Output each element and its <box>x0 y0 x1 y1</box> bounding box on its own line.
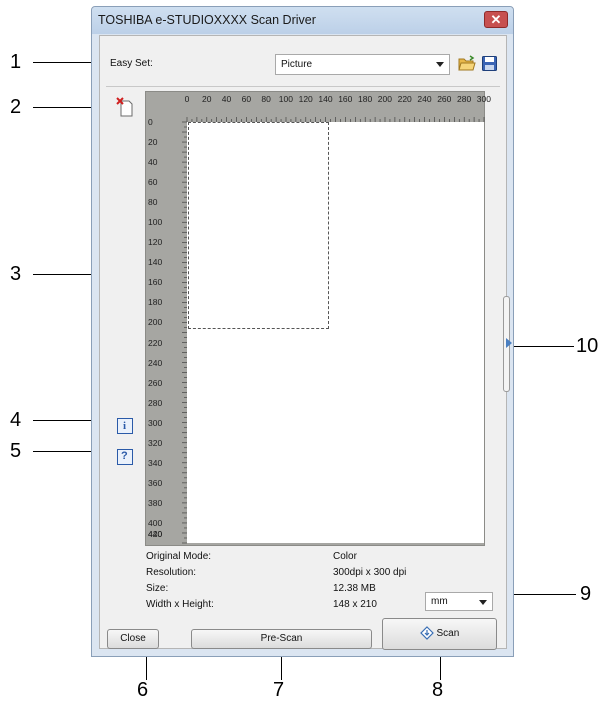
main-panel: Easy Set: Picture 0 20 40 60 80 100 120 … <box>99 35 507 649</box>
ruler-top-label: 40 <box>221 94 232 104</box>
width-height-label: Width x Height: <box>146 599 214 610</box>
ruler-left-label: 80 <box>148 197 158 208</box>
ruler-top-label: 20 <box>202 94 212 104</box>
original-mode-value: Color <box>333 551 357 562</box>
unit-dropdown[interactable]: mm <box>425 592 493 611</box>
ruler-left-label: 220 <box>148 337 163 348</box>
callout-10: 10 <box>576 335 599 357</box>
ruler-top-label: 300 <box>476 94 491 104</box>
ruler-top-label: 0 <box>184 94 190 104</box>
folder-open-icon[interactable] <box>458 55 476 72</box>
ruler-left-label: 360 <box>148 477 163 488</box>
ruler-top-label: 80 <box>261 94 271 104</box>
window-close-button[interactable]: ✕ <box>484 11 508 28</box>
callout-5: 5 <box>10 440 22 462</box>
clear-selection-icon[interactable] <box>116 97 134 117</box>
separator <box>106 86 500 87</box>
chevron-down-icon <box>436 62 444 67</box>
ruler-ticks <box>182 117 485 544</box>
ruler-left-label: 40 <box>148 157 158 168</box>
ruler-left-label: 320 <box>148 437 163 448</box>
ruler-left-label: 120 <box>148 237 163 248</box>
unit-value: mm <box>431 596 448 607</box>
ruler-left-label: 160 <box>148 277 163 288</box>
callout-8: 8 <box>432 679 444 701</box>
info-icon[interactable]: i <box>117 418 133 434</box>
callout-9: 9 <box>580 583 592 605</box>
callout-2: 2 <box>10 96 22 118</box>
ruler-left-label: 340 <box>148 457 163 468</box>
ruler-top-label: 220 <box>397 94 412 104</box>
ruler-left-label: 180 <box>148 297 163 308</box>
easy-set-dropdown[interactable]: Picture <box>275 54 450 75</box>
ruler-top-label: 260 <box>437 94 452 104</box>
ruler-top-label: 200 <box>377 94 392 104</box>
width-height-value: 148 x 210 <box>333 599 377 610</box>
expand-arrow-icon[interactable] <box>506 338 512 348</box>
ruler-left-label: 400 <box>148 517 163 528</box>
prescan-button[interactable]: Pre-Scan <box>191 629 372 649</box>
callout-7: 7 <box>273 679 285 701</box>
ruler-left-label: 280 <box>148 397 163 408</box>
easy-set-value: Picture <box>281 59 313 70</box>
ruler-left-label: 140 <box>148 257 163 268</box>
window-title: TOSHIBA e-STUDIOXXXX Scan Driver <box>98 13 316 27</box>
ruler-top-label: 120 <box>298 94 313 104</box>
ruler-left-label: 0 <box>148 117 153 127</box>
help-icon[interactable]: ? <box>117 449 133 465</box>
ruler-left-label: 260 <box>148 377 163 388</box>
callout-4: 4 <box>10 409 22 431</box>
original-mode-label: Original Mode: <box>146 551 212 562</box>
ruler-top-label: 180 <box>358 94 373 104</box>
ruler-top-label: 160 <box>338 94 353 104</box>
ruler-left-label: 60 <box>148 177 158 188</box>
ruler-top-label: 100 <box>278 94 293 104</box>
easy-set-label: Easy Set: <box>110 58 153 69</box>
callout-6: 6 <box>137 679 149 701</box>
resolution-label: Resolution: <box>146 567 197 578</box>
ruler-top-label: 140 <box>318 94 333 104</box>
resolution-value: 300dpi x 300 dpi <box>333 567 407 578</box>
title-bar: TOSHIBA e-STUDIOXXXX Scan Driver ✕ <box>92 7 513 34</box>
scan-button[interactable]: Scan <box>382 618 497 650</box>
prescan-button-label: Pre-Scan <box>260 633 303 644</box>
ruler-left-label: 380 <box>148 497 163 508</box>
size-label: Size: <box>146 583 169 594</box>
callout-1: 1 <box>10 51 22 73</box>
chevron-down-icon <box>479 600 487 605</box>
close-button[interactable]: Close <box>107 629 159 649</box>
scan-driver-window: TOSHIBA e-STUDIOXXXX Scan Driver ✕ Easy … <box>91 6 514 657</box>
ruler-left-label: 240 <box>148 357 163 368</box>
ruler-top-label: 240 <box>417 94 432 104</box>
size-value: 12.38 MB <box>333 583 376 594</box>
ruler-top-label: 60 <box>241 94 252 104</box>
ruler-left-label: 300 <box>148 417 163 428</box>
callout-3: 3 <box>10 263 22 285</box>
close-button-label: Close <box>120 633 146 644</box>
ruler-top-label: 280 <box>457 94 472 104</box>
scan-button-label: Scan <box>436 628 460 639</box>
callout-line-10 <box>512 346 574 347</box>
ruler-left-label: 200 <box>148 317 163 328</box>
save-icon[interactable] <box>482 56 497 71</box>
ruler-left-label: 100 <box>148 217 163 228</box>
scan-icon <box>419 626 434 641</box>
ruler-left-label: 20 <box>148 137 158 148</box>
ruler-left-label: 440 <box>148 529 163 539</box>
